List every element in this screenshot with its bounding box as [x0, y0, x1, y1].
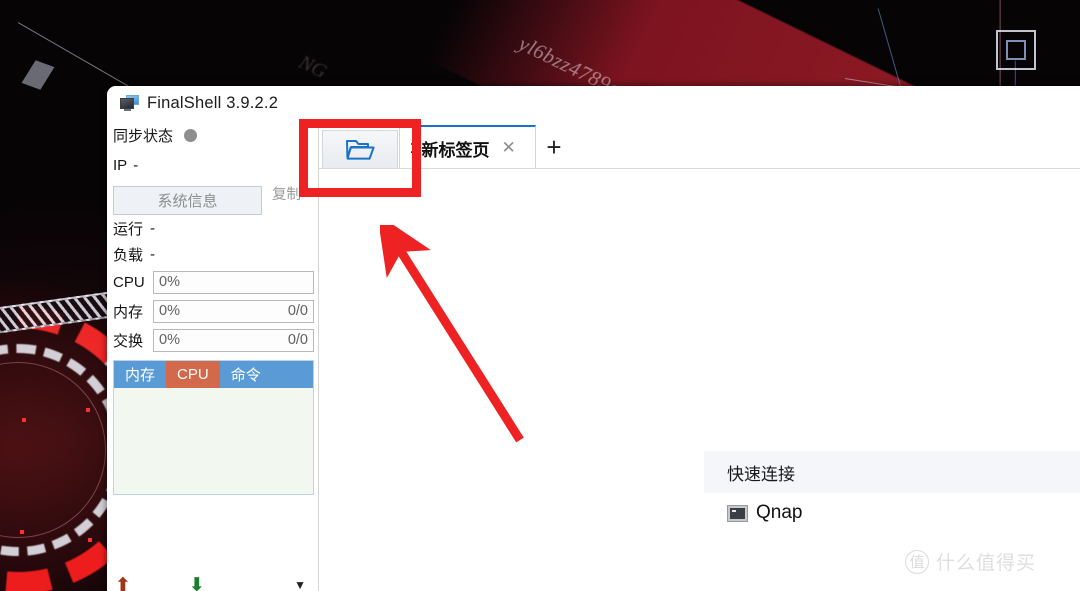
- sync-status-label: 同步状态: [113, 127, 174, 145]
- close-icon[interactable]: ✕: [501, 138, 515, 158]
- add-tab-button[interactable]: +: [536, 125, 572, 169]
- stat-label-swap: 交换: [113, 332, 144, 350]
- ip-label: IP: [113, 156, 128, 174]
- desktop-background: yl6bzz4789ez569bdzza8 NG FinalShell 3.9.…: [0, 0, 1080, 591]
- arrow-down-icon: ⬇: [188, 574, 205, 591]
- stat-percent-memory: 0%: [159, 303, 180, 319]
- page-title: FinalShell 3.9.2.2: [147, 93, 279, 112]
- stat-row-swap: 交换 0% 0/0: [107, 326, 318, 354]
- monitor-icon: [120, 95, 139, 111]
- chevron-down-icon[interactable]: ▼: [294, 578, 306, 591]
- graph-tab-cpu[interactable]: CPU: [166, 361, 220, 388]
- tab-strip: 1 新标签页 ✕ +: [319, 120, 1080, 169]
- quick-connect-item-qnap[interactable]: Qnap /: [704, 493, 1080, 533]
- open-folder-icon: [346, 140, 375, 160]
- stat-row-memory: 内存 0% 0/0: [107, 297, 318, 325]
- graph-tab-strip: 内存 CPU 命令: [114, 361, 313, 388]
- sync-status-indicator-icon: [184, 128, 198, 142]
- watermark: 值 什么值得买: [905, 548, 1036, 575]
- finalshell-window: FinalShell 3.9.2.2 同步状态 IP - 系统信息 运行 - 负…: [107, 86, 1080, 591]
- tab-new-page[interactable]: 1 新标签页 ✕: [399, 125, 536, 169]
- graph-canvas: [114, 388, 313, 494]
- ip-value: -: [133, 156, 139, 174]
- system-info-button[interactable]: 系统信息: [113, 186, 262, 215]
- wallpaper-reticle-inner-icon: [1006, 40, 1026, 60]
- uptime-row: 运行 -: [107, 215, 318, 241]
- stat-percent-cpu: 0%: [159, 274, 180, 290]
- load-label: 负载: [113, 246, 144, 264]
- stat-label-cpu: CPU: [113, 273, 145, 291]
- graph-tab-memory[interactable]: 内存: [114, 361, 167, 388]
- load-row: 负载 -: [107, 241, 318, 267]
- uptime-value: -: [150, 219, 156, 237]
- stat-detail-swap: 0/0: [287, 332, 308, 348]
- uptime-label: 运行: [113, 220, 144, 238]
- load-value: -: [150, 245, 156, 263]
- ip-row: IP -: [107, 150, 318, 180]
- tab-content-area: 快速连接 Qnap /: [319, 169, 1080, 591]
- sync-status-row: 同步状态: [107, 120, 318, 150]
- stat-row-cpu: CPU 0%: [107, 268, 318, 296]
- quick-connect-header: 快速连接: [704, 451, 1080, 493]
- terminal-icon: [727, 504, 748, 522]
- stat-field-memory: 0% 0/0: [153, 299, 314, 323]
- quick-connect-item-name: Qnap: [756, 502, 803, 523]
- window-title-bar[interactable]: FinalShell 3.9.2.2: [107, 86, 1080, 120]
- transfer-status-bar: ⬆ ⬇ ▼: [107, 564, 318, 591]
- quick-connect-section: 快速连接 Qnap /: [704, 451, 1080, 533]
- watermark-badge: 值: [905, 549, 929, 574]
- open-folder-button[interactable]: [322, 130, 398, 168]
- stat-label-memory: 内存: [113, 303, 144, 321]
- stat-percent-swap: 0%: [159, 332, 180, 348]
- watermark-text: 什么值得买: [936, 553, 1037, 574]
- main-area: 1 新标签页 ✕ + 快速连接 Qnap /: [319, 120, 1080, 591]
- stat-detail-memory: 0/0: [287, 303, 308, 319]
- stat-field-swap: 0% 0/0: [153, 328, 314, 352]
- resource-graph-panel: 内存 CPU 命令: [113, 360, 314, 495]
- graph-tab-command[interactable]: 命令: [219, 361, 272, 388]
- tab-label: 新标签页: [421, 140, 490, 160]
- stat-field-cpu: 0%: [153, 270, 314, 294]
- tab-index: 1: [410, 138, 420, 157]
- copy-link[interactable]: 复制: [272, 183, 301, 204]
- arrow-up-icon: ⬆: [115, 574, 131, 591]
